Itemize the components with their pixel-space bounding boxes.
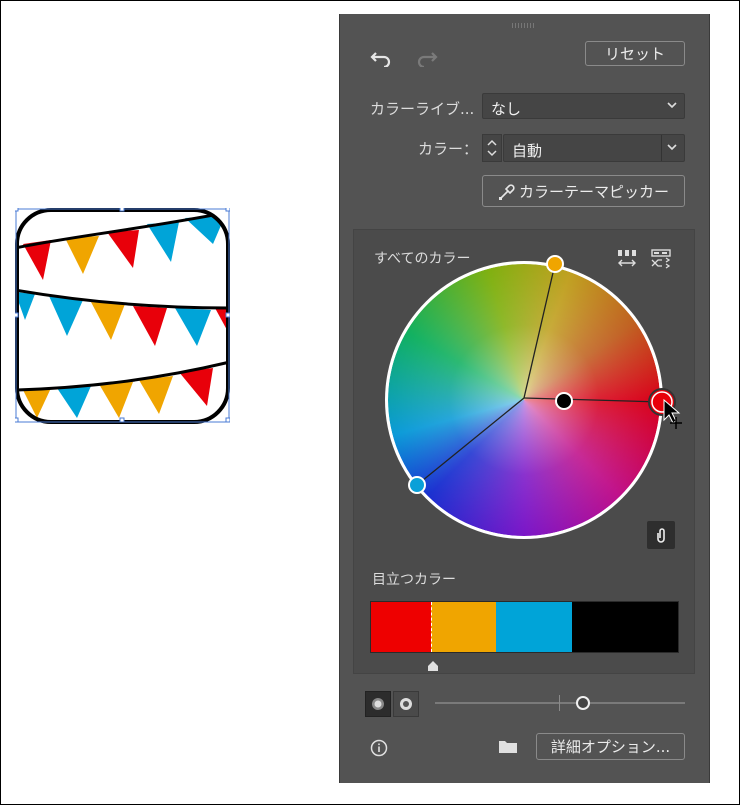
eyedropper-icon — [497, 182, 517, 206]
panel-grip[interactable] — [512, 23, 536, 28]
color-theme-picker-label: カラーテーマピッカー — [519, 182, 670, 201]
swatch-divider-handle[interactable] — [427, 656, 439, 675]
select-divider — [661, 135, 662, 161]
color-count-select[interactable]: 自動 — [503, 134, 685, 162]
reset-button[interactable]: リセット — [585, 41, 685, 66]
swatch-red[interactable] — [371, 602, 431, 652]
hue-wheel — [388, 264, 660, 536]
prominent-colors-bar — [370, 601, 679, 653]
recolor-panel: リセット カラーライブ... なし カラー： 自動 カラーテーマピッカー すべて… — [339, 14, 710, 783]
handle-black[interactable] — [555, 392, 573, 410]
stepper-icon[interactable] — [482, 134, 502, 162]
advanced-options-button[interactable]: 詳細オプション... — [536, 733, 685, 760]
slider-center-tick — [559, 695, 560, 711]
color-library-select[interactable]: なし — [482, 93, 685, 119]
link-harmony-icon[interactable] — [647, 521, 675, 549]
slider-thumb[interactable] — [576, 696, 590, 710]
redo-icon[interactable] — [414, 47, 440, 69]
color-count-value: 自動 — [512, 142, 543, 160]
brightness-mode-icon[interactable] — [365, 691, 391, 717]
saturation-mode-icon[interactable] — [393, 691, 419, 717]
color-library-label: カラーライブ... — [370, 100, 475, 118]
color-library-value: なし — [491, 100, 522, 118]
handle-orange[interactable] — [546, 255, 564, 273]
folder-icon[interactable] — [497, 737, 519, 755]
chevron-down-icon — [666, 98, 678, 116]
swatch-black[interactable] — [572, 602, 678, 652]
handle-blue[interactable] — [408, 476, 426, 494]
chevron-down-icon — [666, 140, 678, 158]
prominent-colors-label: 目立つカラー — [372, 572, 456, 588]
swatch-orange[interactable] — [431, 602, 496, 652]
undo-icon[interactable] — [368, 47, 394, 69]
color-count-label: カラー： — [418, 140, 479, 158]
swatch-blue[interactable] — [496, 602, 572, 652]
info-icon[interactable] — [370, 739, 388, 757]
color-theme-picker-button[interactable]: カラーテーマピッカー — [482, 175, 685, 207]
bunting-artwork[interactable] — [15, 208, 230, 424]
slider-track[interactable] — [435, 702, 685, 704]
